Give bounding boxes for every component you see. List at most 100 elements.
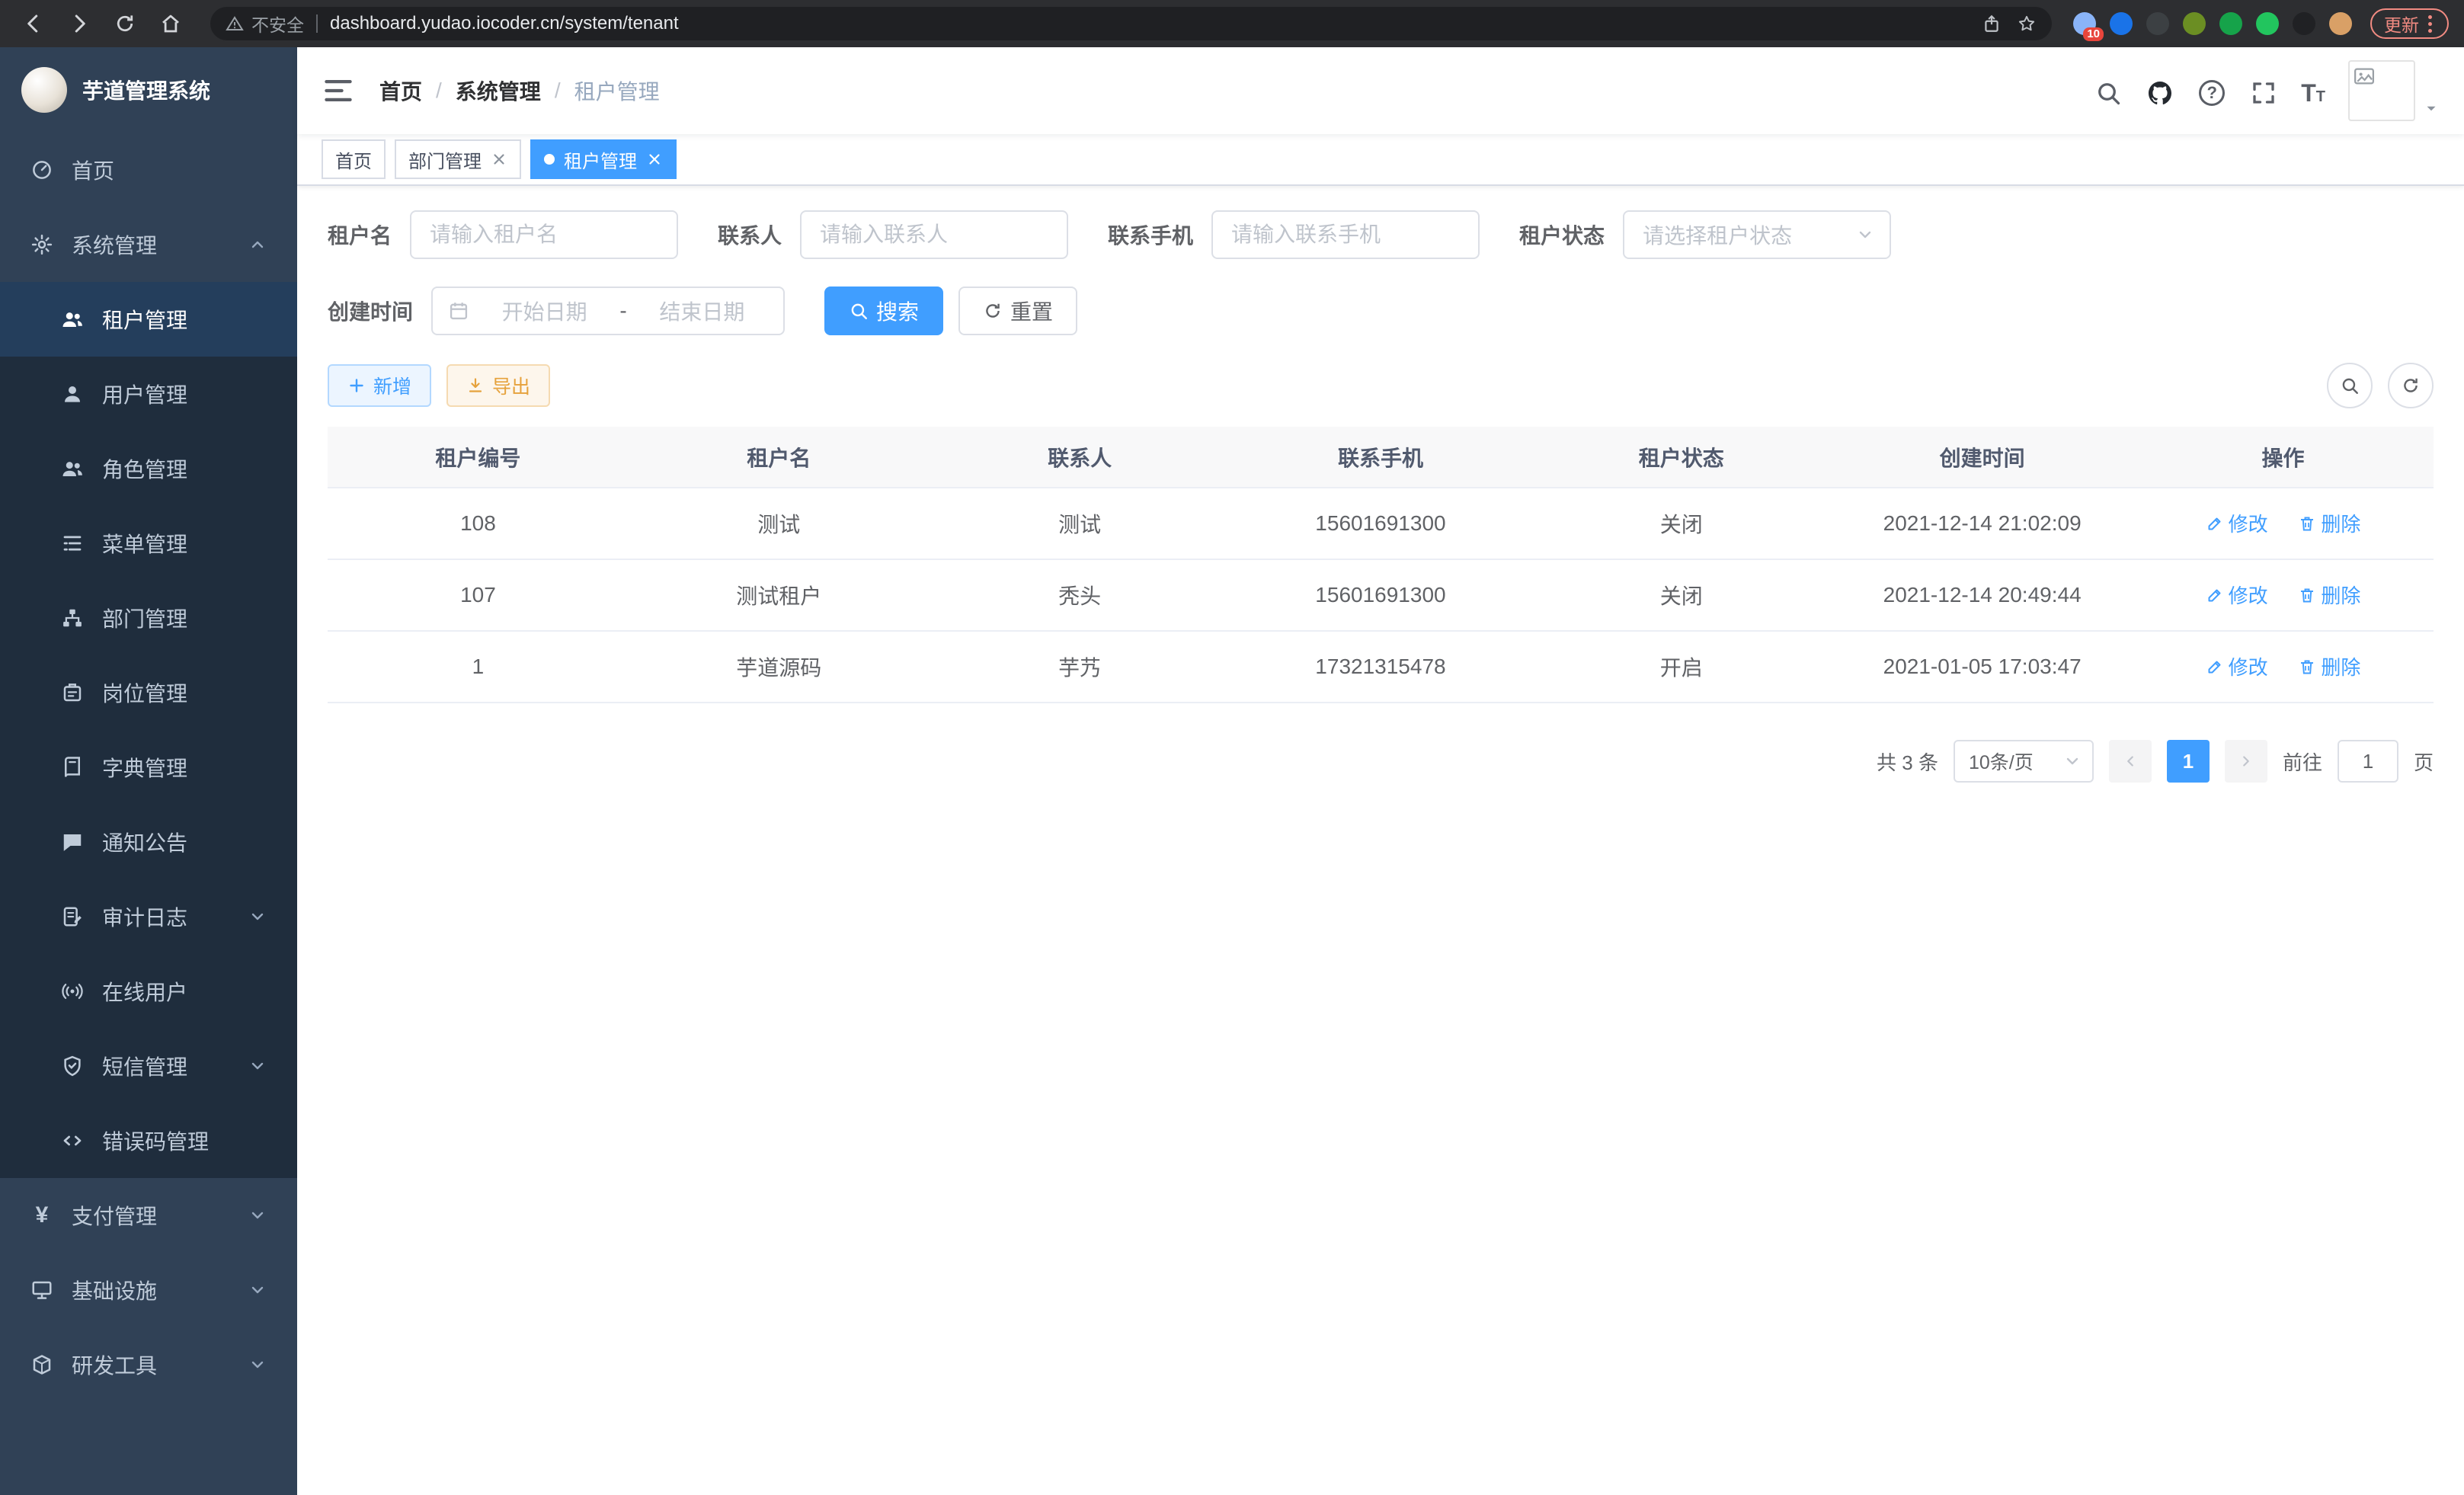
tenant-name-input[interactable] bbox=[410, 210, 678, 259]
extension-icon-8[interactable] bbox=[2329, 12, 2352, 35]
extension-icon-7[interactable] bbox=[2293, 12, 2315, 35]
add-button[interactable]: 新增 bbox=[328, 364, 431, 407]
help-icon[interactable]: ? bbox=[2197, 78, 2226, 107]
page-size-select[interactable]: 10条/页 bbox=[1954, 740, 2094, 783]
extension-icon-4[interactable] bbox=[2183, 12, 2206, 35]
briefcase-icon bbox=[61, 681, 84, 704]
edit-link[interactable]: 修改 bbox=[2206, 652, 2268, 680]
goto-page-input[interactable] bbox=[2338, 740, 2398, 783]
sidebar-item-menu[interactable]: 菜单管理 bbox=[0, 506, 297, 581]
security-indicator[interactable]: 不安全 bbox=[226, 11, 304, 37]
delete-link[interactable]: 删除 bbox=[2298, 509, 2360, 537]
sidebar-item-audit-log[interactable]: 审计日志 bbox=[0, 879, 297, 954]
table-header-row: 租户编号 租户名 联系人 联系手机 租户状态 创建时间 操作 bbox=[328, 427, 2434, 488]
sidebar-group-devtools[interactable]: 研发工具 bbox=[0, 1327, 297, 1402]
sidebar-item-post[interactable]: 岗位管理 bbox=[0, 655, 297, 730]
message-icon bbox=[61, 831, 84, 853]
browser-back-button[interactable] bbox=[15, 5, 52, 42]
browser-toolbar: 不安全 dashboard.yudao.iocoder.cn/system/te… bbox=[0, 0, 2464, 47]
dashboard-icon bbox=[30, 158, 53, 181]
pencil-icon bbox=[2206, 514, 2224, 533]
plus-icon bbox=[347, 376, 366, 395]
broken-image-icon bbox=[2353, 65, 2376, 88]
browser-update-button[interactable]: 更新 bbox=[2370, 8, 2449, 39]
delete-link[interactable]: 删除 bbox=[2298, 581, 2360, 609]
refresh-table-button[interactable] bbox=[2388, 363, 2434, 408]
sidebar: 芋道管理系统 首页 系统管理 租户管理 用户管理 bbox=[0, 47, 297, 1495]
chevron-down-icon bbox=[248, 1206, 267, 1224]
book-icon bbox=[61, 756, 84, 779]
browser-reload-button[interactable] bbox=[107, 5, 143, 42]
sidebar-item-error-code[interactable]: 错误码管理 bbox=[0, 1103, 297, 1178]
sidebar-item-dept[interactable]: 部门管理 bbox=[0, 581, 297, 655]
table-row: 108 测试 测试 15601691300 关闭 2021-12-14 21:0… bbox=[328, 488, 2434, 559]
github-icon[interactable] bbox=[2146, 78, 2174, 107]
page-number-button[interactable]: 1 bbox=[2167, 740, 2210, 783]
sidebar-item-dict[interactable]: 字典管理 bbox=[0, 730, 297, 805]
bookmark-star-icon[interactable] bbox=[2017, 14, 2037, 34]
prev-page-button[interactable] bbox=[2109, 740, 2152, 783]
share-icon[interactable] bbox=[1982, 14, 2002, 34]
extension-icon-3[interactable] bbox=[2146, 12, 2169, 35]
sidebar-group-system[interactable]: 系统管理 bbox=[0, 207, 297, 282]
extension-icon-2[interactable] bbox=[2110, 12, 2133, 35]
gear-icon bbox=[30, 233, 53, 256]
breadcrumb-home[interactable]: 首页 bbox=[379, 75, 422, 106]
browser-home-button[interactable] bbox=[152, 5, 189, 42]
goto-label: 前往 bbox=[2283, 748, 2322, 776]
sidebar-item-role[interactable]: 角色管理 bbox=[0, 431, 297, 506]
tab-dept[interactable]: 部门管理 bbox=[395, 139, 521, 179]
close-icon[interactable] bbox=[491, 151, 507, 168]
chevron-down-icon bbox=[248, 908, 267, 926]
browser-menu-icon[interactable] bbox=[2425, 15, 2435, 33]
close-icon[interactable] bbox=[646, 151, 663, 168]
user-menu[interactable] bbox=[2348, 60, 2440, 121]
sidebar-item-online-user[interactable]: 在线用户 bbox=[0, 954, 297, 1029]
monitor-icon bbox=[30, 1279, 53, 1301]
col-tenant-id: 租户编号 bbox=[328, 427, 629, 488]
tenant-name-label: 租户名 bbox=[328, 219, 392, 250]
extension-badge: 10 bbox=[2083, 27, 2104, 41]
header-search-icon[interactable] bbox=[2094, 78, 2123, 107]
sidebar-item-home[interactable]: 首页 bbox=[0, 133, 297, 207]
sidebar-group-infra[interactable]: 基础设施 bbox=[0, 1253, 297, 1327]
next-page-button[interactable] bbox=[2225, 740, 2267, 783]
sidebar-item-notice[interactable]: 通知公告 bbox=[0, 805, 297, 879]
sidebar-group-pay[interactable]: ¥ 支付管理 bbox=[0, 1178, 297, 1253]
fullscreen-icon[interactable] bbox=[2249, 78, 2278, 107]
contact-input[interactable] bbox=[800, 210, 1068, 259]
col-actions: 操作 bbox=[2133, 427, 2434, 488]
date-range-picker[interactable]: 开始日期 - 结束日期 bbox=[431, 287, 785, 335]
shield-icon bbox=[61, 1055, 84, 1077]
browser-forward-button[interactable] bbox=[61, 5, 98, 42]
reset-button[interactable]: 重置 bbox=[958, 287, 1077, 335]
sidebar-item-sms[interactable]: 短信管理 bbox=[0, 1029, 297, 1103]
export-button[interactable]: 导出 bbox=[446, 364, 550, 407]
sidebar-logo[interactable]: 芋道管理系统 bbox=[0, 47, 297, 133]
extension-icon-5[interactable] bbox=[2219, 12, 2242, 35]
sidebar-collapse-icon[interactable] bbox=[322, 74, 355, 107]
tab-tenant[interactable]: 租户管理 bbox=[530, 139, 677, 179]
delete-link[interactable]: 删除 bbox=[2298, 652, 2360, 680]
search-button[interactable]: 搜索 bbox=[824, 287, 943, 335]
sidebar-item-user[interactable]: 用户管理 bbox=[0, 357, 297, 431]
org-tree-icon bbox=[61, 607, 84, 629]
avatar[interactable] bbox=[2348, 60, 2415, 121]
breadcrumb-system[interactable]: 系统管理 bbox=[456, 75, 541, 106]
status-select[interactable]: 请选择租户状态 bbox=[1623, 210, 1891, 259]
extension-icon-6[interactable] bbox=[2256, 12, 2279, 35]
user-icon bbox=[61, 383, 84, 405]
extension-icon-1[interactable]: 10 bbox=[2073, 12, 2096, 35]
security-label: 不安全 bbox=[251, 11, 304, 37]
document-edit-icon bbox=[61, 905, 84, 928]
font-size-icon[interactable]: TT bbox=[2301, 79, 2325, 107]
toggle-search-button[interactable] bbox=[2327, 363, 2373, 408]
edit-link[interactable]: 修改 bbox=[2206, 581, 2268, 609]
edit-link[interactable]: 修改 bbox=[2206, 509, 2268, 537]
pencil-icon bbox=[2206, 586, 2224, 604]
sidebar-item-tenant[interactable]: 租户管理 bbox=[0, 282, 297, 357]
phone-input[interactable] bbox=[1211, 210, 1480, 259]
tab-home[interactable]: 首页 bbox=[322, 139, 386, 179]
address-bar[interactable]: 不安全 dashboard.yudao.iocoder.cn/system/te… bbox=[210, 7, 2052, 40]
created-time-label: 创建时间 bbox=[328, 296, 413, 326]
